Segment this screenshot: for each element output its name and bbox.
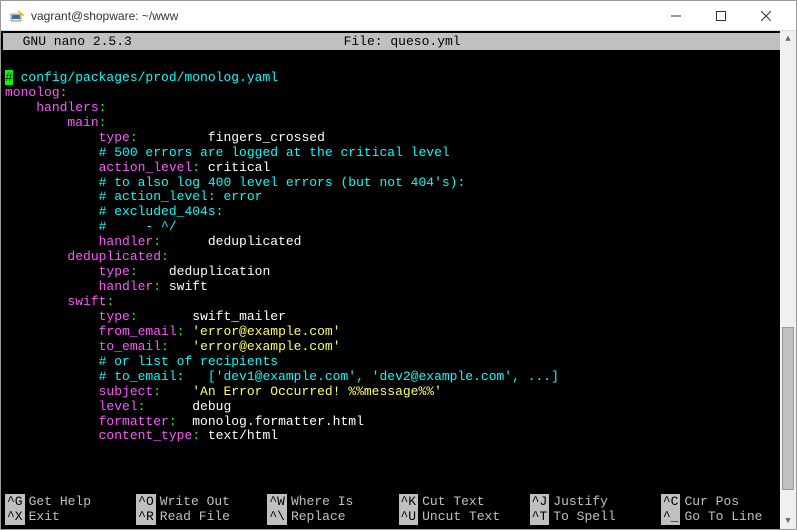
- line-6: # 500 errors are logged at the critical …: [5, 145, 450, 160]
- maximize-button[interactable]: [698, 2, 743, 30]
- line-11: # - ^/: [5, 219, 177, 234]
- nano-file-label: File: queso.yml: [344, 34, 461, 49]
- minimize-button[interactable]: [653, 2, 698, 30]
- line-4: main:: [5, 115, 106, 130]
- line-9: # action_level: error: [5, 189, 262, 204]
- shortcut-write-out[interactable]: ^OWrite Out: [136, 494, 267, 510]
- titlebar[interactable]: vagrant@shopware: ~/www: [1, 1, 796, 31]
- scroll-up-button[interactable]: ▲: [780, 31, 796, 47]
- line-17: type: swift_mailer: [5, 309, 286, 324]
- shortcut-to-spell[interactable]: ^TTo Spell: [530, 509, 661, 525]
- terminal-area[interactable]: GNU nano 2.5.3 File: queso.yml # config/p…: [1, 31, 796, 529]
- line-7: action_level: critical: [5, 160, 270, 175]
- nano-shortcut-bar: ^GGet Help ^OWrite Out ^WWhere Is ^KCut …: [1, 494, 796, 529]
- shortcut-exit[interactable]: ^XExit: [5, 509, 136, 525]
- putty-icon: [9, 8, 25, 24]
- line-16: swift:: [5, 294, 114, 309]
- scrollbar[interactable]: ▲ ▼: [780, 31, 796, 529]
- line-18: from_email: 'error@example.com': [5, 324, 340, 339]
- nano-header-bar: GNU nano 2.5.3 File: queso.yml: [3, 33, 794, 50]
- shortcut-cut-text[interactable]: ^KCut Text: [399, 494, 530, 510]
- line-22: subject: 'An Error Occurred! %%message%%…: [5, 384, 442, 399]
- shortcut-go-to-line[interactable]: ^_Go To Line: [661, 509, 792, 525]
- line-3: handlers:: [5, 100, 106, 115]
- line-1: # config/packages/prod/monolog.yaml: [5, 70, 278, 85]
- nano-app-name: GNU nano 2.5.3: [7, 34, 132, 49]
- titlebar-left: vagrant@shopware: ~/www: [9, 8, 178, 24]
- line-8: # to also log 400 level errors (but not …: [5, 175, 465, 190]
- line-13: deduplicated:: [5, 249, 169, 264]
- shortcut-justify[interactable]: ^JJustify: [530, 494, 661, 510]
- line-24: formatter: monolog.formatter.html: [5, 414, 364, 429]
- shortcut-where-is[interactable]: ^WWhere Is: [267, 494, 398, 510]
- line-5: type: fingers_crossed: [5, 130, 325, 145]
- line-21: # to_email: ['dev1@example.com', 'dev2@e…: [5, 369, 559, 384]
- line-10: # excluded_404s:: [5, 204, 223, 219]
- app-window: vagrant@shopware: ~/www GNU nano 2.5.3 Fi…: [0, 0, 797, 530]
- scroll-thumb[interactable]: [782, 327, 794, 490]
- cursor: #: [5, 70, 13, 85]
- line-15: handler: swift: [5, 279, 208, 294]
- scroll-down-button[interactable]: ▼: [780, 513, 796, 529]
- scroll-track[interactable]: [780, 47, 796, 513]
- window-title: vagrant@shopware: ~/www: [31, 9, 178, 23]
- window-controls: [653, 2, 788, 30]
- shortcut-cur-pos[interactable]: ^CCur Pos: [661, 494, 792, 510]
- editor-content[interactable]: # config/packages/prod/monolog.yaml mono…: [1, 52, 796, 494]
- shortcut-uncut-text[interactable]: ^UUncut Text: [399, 509, 530, 525]
- shortcut-replace[interactable]: ^\Replace: [267, 509, 398, 525]
- close-button[interactable]: [743, 2, 788, 30]
- line-25: content_type: text/html: [5, 428, 278, 443]
- line-19: to_email: 'error@example.com': [5, 339, 341, 354]
- line-12: handler: deduplicated: [5, 234, 301, 249]
- line-14: type: deduplication: [5, 264, 270, 279]
- line-2: monolog:: [5, 85, 67, 100]
- line-20: # or list of recipients: [5, 354, 278, 369]
- line-23: level: debug: [5, 399, 231, 414]
- shortcut-read-file[interactable]: ^RRead File: [136, 509, 267, 525]
- shortcut-get-help[interactable]: ^GGet Help: [5, 494, 136, 510]
